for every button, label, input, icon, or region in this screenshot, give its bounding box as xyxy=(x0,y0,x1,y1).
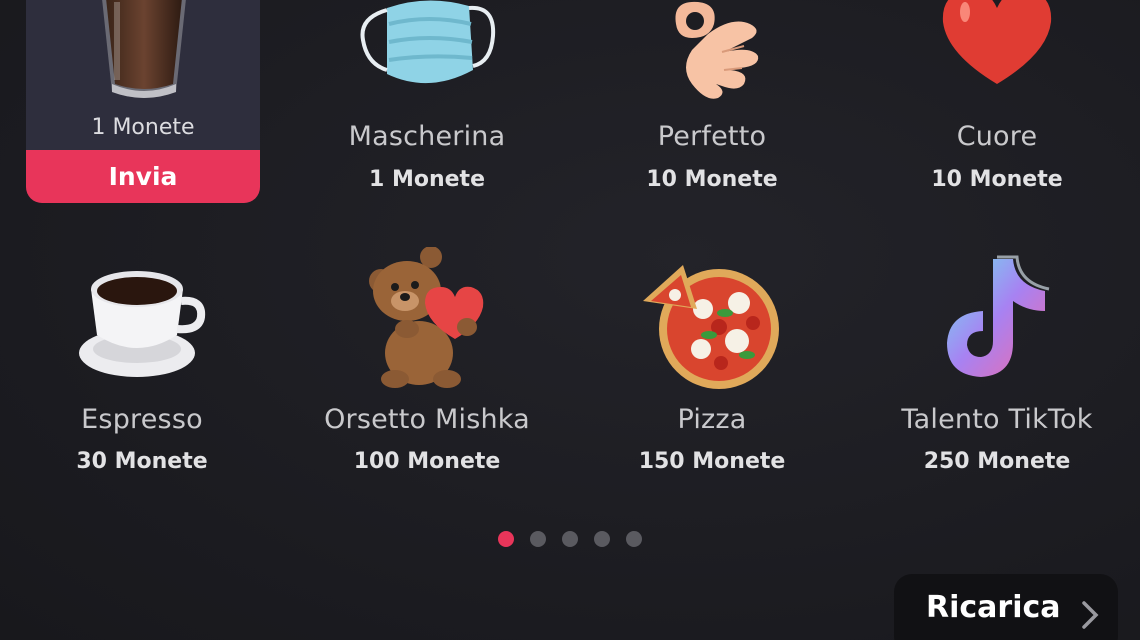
espresso-cup-icon xyxy=(79,271,206,377)
gift-item-cuore[interactable]: Cuore 10 Monete xyxy=(877,0,1117,200)
page-dot-4[interactable] xyxy=(594,531,610,547)
gift-name: Espresso xyxy=(81,404,203,435)
gift-item-talento-tiktok[interactable]: Talento TikTok 250 Monete xyxy=(877,255,1117,480)
gift-name: Mascherina xyxy=(348,121,506,152)
heart-icon xyxy=(942,0,1052,84)
chevron-right-icon xyxy=(1082,601,1099,629)
gift-name: Cuore xyxy=(956,121,1038,152)
ok-hand-icon xyxy=(675,1,759,99)
gift-item-mascherina[interactable]: Mascherina 1 Monete xyxy=(307,0,547,200)
gift-panel: 1 Monete Invia Mascherina 1 Monete Perfe… xyxy=(0,0,1140,640)
gift-item-orsetto-mishka[interactable]: Orsetto Mishka 100 Monete xyxy=(307,247,547,480)
gift-name: Talento TikTok xyxy=(901,404,1093,435)
pizza-icon xyxy=(643,265,779,389)
gift-name: Orsetto Mishka xyxy=(324,404,530,435)
gift-price: 150 Monete xyxy=(638,449,786,474)
gift-price: 10 Monete xyxy=(646,167,778,192)
send-button[interactable]: Invia xyxy=(26,150,260,203)
face-mask-icon xyxy=(360,0,496,84)
recharge-button[interactable]: Ricarica xyxy=(894,574,1118,640)
gift-item-perfetto[interactable]: Perfetto 10 Monete xyxy=(592,0,832,200)
gift-price: 250 Monete xyxy=(923,449,1071,474)
gift-name: Pizza xyxy=(677,404,747,435)
page-dot-2[interactable] xyxy=(530,531,546,547)
gift-name: Perfetto xyxy=(657,121,767,152)
recharge-label: Ricarica xyxy=(926,589,1061,625)
gift-item-pizza[interactable]: Pizza 150 Monete xyxy=(592,255,832,480)
gift-price: 10 Monete xyxy=(931,167,1063,192)
page-dot-5[interactable] xyxy=(626,531,642,547)
page-dot-3[interactable] xyxy=(562,531,578,547)
tiktok-note-icon xyxy=(947,255,1050,377)
glass-coffee-icon xyxy=(102,0,186,98)
gift-price: 100 Monete xyxy=(353,449,501,474)
page-dot-1[interactable] xyxy=(498,531,514,547)
pagination-dots xyxy=(498,531,642,547)
selected-gift-price: 1 Monete xyxy=(91,115,195,140)
teddy-bear-icon xyxy=(369,247,484,388)
gift-price: 1 Monete xyxy=(369,167,485,192)
gift-price: 30 Monete xyxy=(76,449,208,474)
selected-gift-card[interactable]: 1 Monete Invia xyxy=(26,0,260,203)
gift-item-espresso[interactable]: Espresso 30 Monete xyxy=(22,255,262,480)
